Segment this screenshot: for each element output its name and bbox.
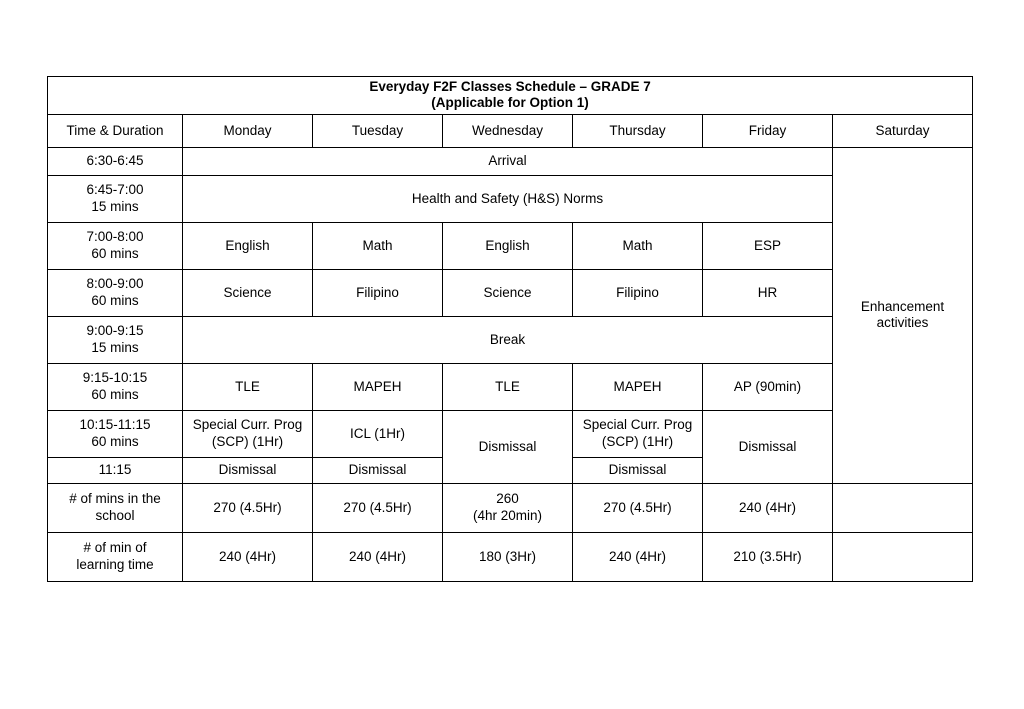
mins-in-school-label-line-2: school [95,507,135,523]
time-cell-hs-norms: 6:45-7:00 15 mins [47,174,183,223]
summary-value-thursday-mins-in-school: 270 (4.5Hr) [572,482,703,533]
wednesday-mins-line-2: (4hr 20min) [472,507,543,523]
duration-text-period-1: 60 mins [91,245,139,261]
time-cell-dismissal: 11:15 [47,456,183,484]
summary-value-tuesday-learning-time: 240 (4Hr) [312,531,443,582]
table-row-learning-time: # of min of learning time 240 (4Hr) 240 … [47,531,974,582]
scp-monday-line-2: (SCP) (1Hr) [211,433,284,449]
summary-value-monday-learning-time: 240 (4Hr) [182,531,313,582]
subject-cell-thursday-period-2: Filipino [572,268,703,317]
duration-text-hs-norms: 15 mins [91,198,139,214]
subject-cell-thursday-period-1: Math [572,221,703,270]
subject-cell-tuesday-period-1: Math [312,221,443,270]
subject-cell-thursday-period-3: MAPEH [572,362,703,411]
subject-cell-wednesday-period-1: English [442,221,573,270]
time-cell-period-2: 8:00-9:00 60 mins [47,268,183,317]
time-text-period-2: 8:00-9:00 [86,276,144,292]
column-header-tuesday: Tuesday [312,113,443,148]
schedule-sheet: Everyday F2F Classes Schedule – GRADE 7 … [46,76,974,582]
saturday-enhancement-cell: Enhancement activities [831,146,974,484]
summary-value-wednesday-mins-in-school: 260 (4hr 20min) [442,482,573,533]
summary-label-learning-time: # of min of learning time [47,531,183,582]
column-header-wednesday: Wednesday [442,113,573,148]
title-row: Everyday F2F Classes Schedule – GRADE 7 … [46,76,974,115]
title-line-2: (Applicable for Option 1) [431,95,589,111]
column-header-saturday: Saturday [831,113,974,148]
enhancement-line-1: Enhancement [860,298,945,314]
subject-cell-monday-period-2: Science [182,268,313,317]
table-row-mins-in-school: # of mins in the school 270 (4.5Hr) 270 … [47,482,974,533]
subject-cell-monday-period-4: Special Curr. Prog (SCP) (1Hr) [182,409,313,458]
subject-cell-friday-dismissal: Dismissal [702,409,833,484]
summary-value-wednesday-learning-time: 180 (3Hr) [442,531,573,582]
time-text-hs-norms: 6:45-7:00 [86,182,144,198]
enhancement-line-2: activities [876,315,929,331]
time-text-period-3: 9:15-10:15 [82,370,148,386]
time-cell-period-4: 10:15-11:15 60 mins [47,409,183,458]
dismissal-cell-tuesday: Dismissal [312,456,443,484]
time-cell-arrival: 6:30-6:45 [47,146,183,176]
duration-text-period-3: 60 mins [91,386,139,402]
duration-text-period-2: 60 mins [91,292,139,308]
subject-cell-monday-period-3: TLE [182,362,313,411]
subject-cell-friday-period-2: HR [702,268,833,317]
mins-in-school-label-line-1: # of mins in the [69,491,161,507]
subject-cell-friday-period-3: AP (90min) [702,362,833,411]
subject-cell-monday-period-1: English [182,221,313,270]
time-cell-break: 9:00-9:15 15 mins [47,315,183,364]
summary-value-monday-mins-in-school: 270 (4.5Hr) [182,482,313,533]
activity-cell-hs-norms: Health and Safety (H&S) Norms [182,174,833,223]
time-cell-period-1: 7:00-8:00 60 mins [47,221,183,270]
schedule-title: Everyday F2F Classes Schedule – GRADE 7 … [46,76,974,115]
column-header-time: Time & Duration [47,113,183,148]
subject-cell-tuesday-period-2: Filipino [312,268,443,317]
subject-cell-tuesday-period-4: ICL (1Hr) [312,409,443,458]
dismissal-cell-monday: Dismissal [182,456,313,484]
subject-cell-tuesday-period-3: MAPEH [312,362,443,411]
learning-time-label-line-1: # of min of [83,540,147,556]
learning-time-label-line-2: learning time [76,556,154,572]
title-line-1: Everyday F2F Classes Schedule – GRADE 7 [369,79,651,94]
dismissal-cell-thursday: Dismissal [572,456,703,484]
column-header-monday: Monday [182,113,313,148]
summary-value-friday-learning-time: 210 (3.5Hr) [702,531,833,582]
summary-value-saturday-learning-time [831,531,974,582]
summary-value-saturday-mins-in-school [831,482,974,533]
time-cell-period-3: 9:15-10:15 60 mins [47,362,183,411]
activity-cell-arrival: Arrival [182,146,833,176]
summary-value-tuesday-mins-in-school: 270 (4.5Hr) [312,482,443,533]
summary-value-friday-mins-in-school: 240 (4Hr) [702,482,833,533]
table-header-row: Time & Duration Monday Tuesday Wednesday… [47,113,974,148]
subject-cell-friday-period-1: ESP [702,221,833,270]
subject-cell-wednesday-dismissal: Dismissal [442,409,573,484]
duration-text-break: 15 mins [91,339,139,355]
scp-monday-line-1: Special Curr. Prog [192,417,303,433]
scp-thursday-line-1: Special Curr. Prog [582,417,693,433]
duration-text-period-4: 60 mins [91,433,139,449]
subject-cell-thursday-period-4: Special Curr. Prog (SCP) (1Hr) [572,409,703,458]
subject-cell-wednesday-period-3: TLE [442,362,573,411]
time-text-period-1: 7:00-8:00 [86,229,144,245]
column-header-thursday: Thursday [572,113,703,148]
class-schedule-table: Everyday F2F Classes Schedule – GRADE 7 … [46,76,974,582]
table-row-arrival: 6:30-6:45 Arrival Enhancement activities [47,146,974,484]
time-text-break: 9:00-9:15 [86,323,144,339]
subject-cell-wednesday-period-2: Science [442,268,573,317]
activity-cell-break: Break [182,315,833,364]
column-header-friday: Friday [702,113,833,148]
summary-label-mins-in-school: # of mins in the school [47,482,183,533]
time-text-period-4: 10:15-11:15 [79,417,151,433]
summary-value-thursday-learning-time: 240 (4Hr) [572,531,703,582]
wednesday-mins-line-1: 260 [496,491,519,507]
scp-thursday-line-2: (SCP) (1Hr) [601,433,674,449]
